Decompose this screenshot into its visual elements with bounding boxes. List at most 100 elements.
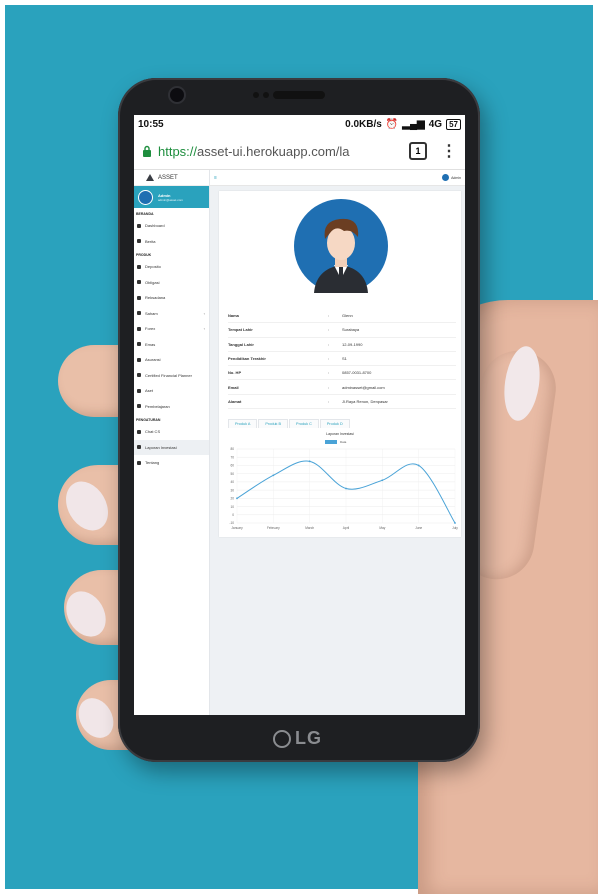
sidebar-item[interactable]: Certified Financial Planner xyxy=(134,368,209,384)
data-point xyxy=(454,522,456,524)
x-tick-label: February xyxy=(267,526,280,530)
net-speed: 0.0KB/s xyxy=(345,118,382,130)
sidebar-item[interactable]: Asuransi xyxy=(134,352,209,368)
sidebar-item[interactable]: Emas xyxy=(134,337,209,353)
y-tick-label: 30 xyxy=(230,488,234,492)
profile-value: Surabaya xyxy=(342,327,360,333)
separator: : xyxy=(328,327,330,333)
legend-swatch xyxy=(325,440,337,444)
tab-product[interactable]: Produk A xyxy=(228,419,258,428)
y-tick-label: 80 xyxy=(230,447,234,451)
separator: : xyxy=(328,370,330,376)
profile-key: Alamat xyxy=(228,398,242,404)
sidebar-item-label: Laporan Investasi xyxy=(145,444,177,450)
sidebar-item[interactable]: Deposito xyxy=(134,259,209,275)
avatar xyxy=(442,174,450,181)
profile-row: Tempat Lahir: Surabaya xyxy=(228,323,456,338)
profile-value: Jl.Raya Renon, Denpasar xyxy=(342,398,388,404)
menu-item-icon xyxy=(137,404,141,409)
profile-key: Tanggal Lahir xyxy=(228,341,254,347)
y-tick-label: 20 xyxy=(230,497,234,501)
sidebar-item[interactable]: Pembelajaran xyxy=(134,399,209,415)
chevron-icon: ‹ xyxy=(203,310,205,316)
x-tick-label: January xyxy=(231,526,243,530)
sidebar-item-label: Pembelajaran xyxy=(145,403,170,409)
y-tick-label: -10 xyxy=(229,521,234,525)
sidebar-item[interactable]: Reksadana xyxy=(134,290,209,306)
profile-value: 12-09-1990 xyxy=(342,341,363,347)
sidebar-item[interactable]: Forex ‹ xyxy=(134,321,209,337)
sidebar-item-label: Aset xyxy=(145,388,154,394)
y-tick-label: 70 xyxy=(230,455,234,459)
sidebar-section-title: BERANDA xyxy=(136,212,154,216)
tab-product[interactable]: Produk C xyxy=(289,419,319,428)
brand-logo[interactable]: ASSET xyxy=(134,170,209,186)
y-tick-label: 0 xyxy=(232,513,234,517)
sidebar-item[interactable]: Saham ‹ xyxy=(134,306,209,322)
profile-value: S1 xyxy=(342,356,347,362)
profile-value: adminasset@gmail.com xyxy=(342,384,385,390)
sidebar-item-label: Dashboard xyxy=(145,223,165,229)
sidebar-item-label: Saham xyxy=(145,310,158,316)
sidebar: ASSET Admin admin@asset.com BERANDA Dashb… xyxy=(134,170,210,715)
sidebar-item-label: Chat CS xyxy=(145,429,161,435)
sidebar-item-label: Reksadana xyxy=(145,295,166,301)
sidebar-item-label: Deposito xyxy=(145,264,161,270)
sidebar-item[interactable]: Berita xyxy=(134,234,209,250)
web-app: ASSET Admin admin@asset.com BERANDA Dashb… xyxy=(134,170,465,715)
sidebar-item[interactable]: Obligasi xyxy=(134,275,209,291)
sidebar-profile[interactable]: Admin admin@asset.com xyxy=(134,186,209,208)
sidebar-item[interactable]: Laporan Investasi xyxy=(134,439,209,455)
profile-row: Alamat: Jl.Raya Renon, Denpasar xyxy=(228,395,456,410)
y-tick-label: 10 xyxy=(230,505,234,509)
x-tick-label: June xyxy=(415,526,422,530)
profile-email: admin@asset.com xyxy=(158,197,183,202)
menu-item-icon xyxy=(137,388,141,393)
tab-product[interactable]: Produk B xyxy=(258,419,289,428)
menu-item-icon xyxy=(137,342,141,347)
profile-avatar xyxy=(294,199,388,293)
y-tick-label: 60 xyxy=(230,464,234,468)
menu-item-icon xyxy=(137,223,141,228)
menu-item-icon xyxy=(137,357,141,362)
profile-card: Nama: Glenn Tempat Lahir: Surabaya Tanggal L… xyxy=(219,191,461,537)
tab-product[interactable]: Produk D xyxy=(319,419,350,428)
chart-legend: Data xyxy=(325,440,346,444)
avatar xyxy=(138,189,153,205)
separator: : xyxy=(328,313,330,319)
line-chart: -10 0 10 20 30 40 50 60 70 80 January February March… xyxy=(229,447,458,530)
url-text[interactable]: https://asset-ui.herokuapp.com/la xyxy=(158,144,395,159)
separator: : xyxy=(328,384,330,390)
sidebar-item[interactable]: Chat CS xyxy=(134,424,209,440)
profile-value: Glenn xyxy=(342,313,353,319)
sidebar-item-label: Obligasi xyxy=(145,279,160,285)
data-point xyxy=(236,497,238,500)
lg-logo: LG xyxy=(273,728,322,749)
menu-item-icon xyxy=(137,373,141,378)
status-bar: 10:55 0.0KB/s ⏰ ▂▄▆ 4G 57 xyxy=(134,115,465,133)
sidebar-item[interactable]: Tentang xyxy=(134,455,209,471)
sensor-dot xyxy=(263,92,269,98)
menu-toggle-icon[interactable]: ≡ xyxy=(214,175,217,181)
lock-icon xyxy=(143,145,151,157)
menu-item-icon xyxy=(137,295,141,300)
front-camera xyxy=(170,88,184,102)
data-point xyxy=(345,487,347,490)
sidebar-item[interactable]: Dashboard xyxy=(134,218,209,234)
profile-row: No. HP: 0857-0031-8700 xyxy=(228,366,456,381)
x-tick-label: May xyxy=(379,526,385,530)
main-content: ≡ Admin Nama: Glenn Tempat Lahir: Sura… xyxy=(210,170,465,715)
y-tick-label: 50 xyxy=(230,472,234,476)
menu-item-icon xyxy=(137,264,141,269)
legend-label: Data xyxy=(340,440,347,444)
topbar-user[interactable]: Admin xyxy=(442,174,461,181)
tab-count-button[interactable]: 1 xyxy=(409,142,427,160)
battery-icon: 57 xyxy=(446,118,461,130)
browser-address-bar[interactable]: https://asset-ui.herokuapp.com/la 1 ⋮ xyxy=(134,133,465,170)
browser-menu-icon[interactable]: ⋮ xyxy=(441,141,457,161)
phone-body: 10:55 0.0KB/s ⏰ ▂▄▆ 4G 57 https://asset-… xyxy=(118,78,480,762)
chart-container: Laporan Investasi Data -10 0 10 20 30 40 50 60 7… xyxy=(219,429,461,537)
network-type: 4G xyxy=(428,118,443,130)
profile-details: Nama: Glenn Tempat Lahir: Surabaya Tanggal L… xyxy=(228,309,456,410)
sidebar-item[interactable]: Aset xyxy=(134,383,209,399)
